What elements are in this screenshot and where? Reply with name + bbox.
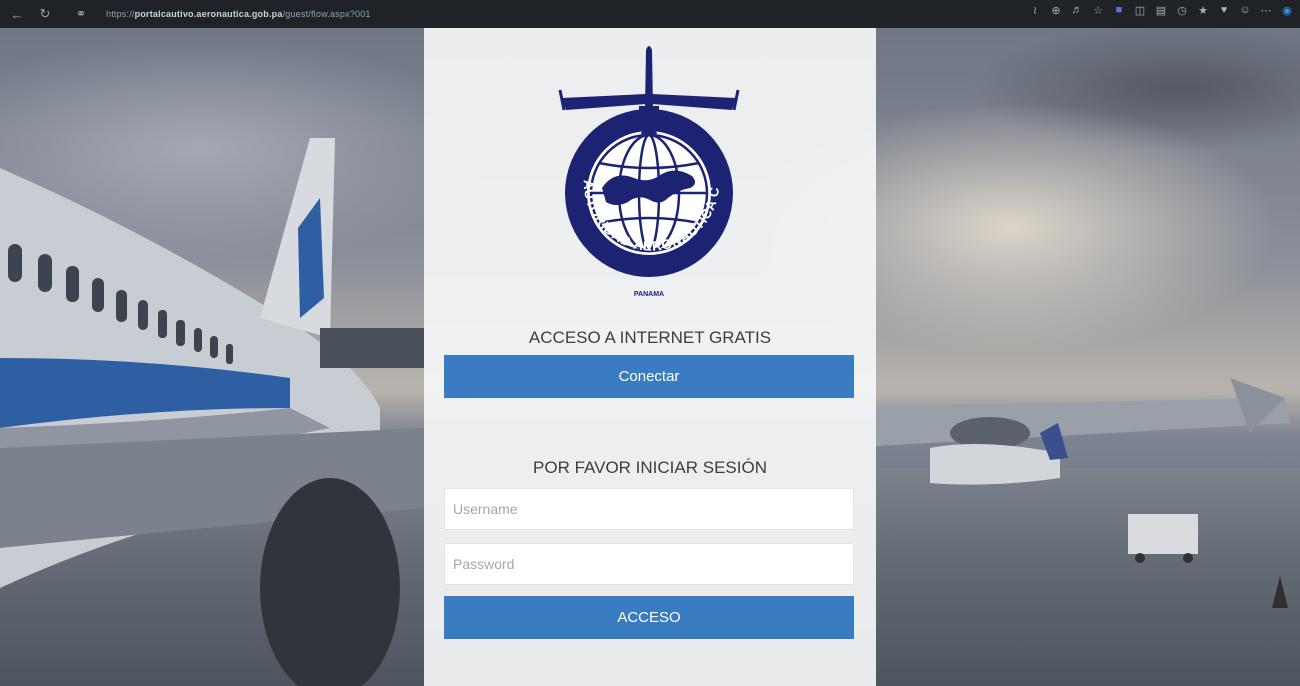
refresh-icon[interactable]: ↻ — [34, 3, 56, 25]
toolbar-icons: ≀ ⊕ ♬ ☆ ■ ◫ ▤ ◷ ★ ♥ ☺ ⋯ ◉ — [1028, 3, 1294, 17]
logo-plane-fuselage — [645, 46, 653, 116]
cart-wheel — [1135, 553, 1145, 563]
url-host: portalcautivo.aeronautica.gob.pa — [134, 9, 283, 19]
address-bar[interactable]: https://portalcautivo.aeronautica.gob.pa… — [106, 9, 371, 19]
password-input[interactable] — [444, 543, 854, 585]
logo-country-text: PANAMA — [634, 291, 664, 298]
collections-icon[interactable]: ▤ — [1154, 3, 1168, 17]
browser-essentials-icon[interactable]: ♥ — [1217, 3, 1231, 17]
jet-bridge — [320, 328, 424, 368]
extension-icon[interactable]: ■ — [1112, 3, 1126, 17]
key-icon[interactable]: ≀ — [1028, 3, 1042, 17]
back-icon[interactable]: ← — [6, 3, 28, 25]
settings-menu-icon[interactable]: ⋯ — [1259, 3, 1273, 17]
username-input[interactable] — [444, 488, 854, 530]
url-prefix: https:// — [106, 9, 135, 19]
logo-left-winglet — [558, 89, 566, 111]
favorite-star-icon[interactable]: ☆ — [1091, 3, 1105, 17]
free-internet-heading: ACCESO A INTERNET GRATIS — [528, 328, 772, 347]
zoom-icon[interactable]: ⊕ — [1049, 3, 1063, 17]
profile-icon[interactable]: ☺ — [1238, 3, 1252, 17]
baggage-cart — [1128, 514, 1198, 554]
aac-logo: AUTORIDAD AERONÁUTICA CIVIL PANAMA — [554, 38, 740, 298]
site-info-icon[interactable]: ⚭ — [70, 3, 92, 25]
logo-plane-right-wing — [652, 94, 736, 110]
read-aloud-icon[interactable]: ♬ — [1070, 3, 1084, 17]
split-screen-icon[interactable]: ◫ — [1133, 3, 1147, 17]
logo-plane-left-wing — [562, 94, 646, 110]
distant-airplane — [930, 444, 1060, 485]
url-path: /guest/flow.aspx?001 — [282, 9, 371, 19]
copilot-icon[interactable]: ◉ — [1280, 3, 1294, 17]
cart-wheel — [1183, 553, 1193, 563]
traffic-cone — [1272, 576, 1288, 608]
login-heading: POR FAVOR INICIAR SESIÓN — [533, 458, 767, 477]
login-submit-button[interactable]: ACCESO — [444, 596, 854, 639]
logo-right-winglet — [732, 89, 740, 111]
browser-toolbar: ← ↻ ⚭ https://portalcautivo.aeronautica.… — [0, 0, 1300, 28]
right-airplane-engine — [950, 417, 1030, 449]
right-airplane-wing — [876, 398, 1290, 446]
left-airplane-tail — [260, 138, 335, 338]
favorites-icon[interactable]: ★ — [1196, 3, 1210, 17]
login-card: AUTORIDAD AERONÁUTICA CIVIL PANAMA ACCES… — [424, 28, 876, 686]
history-icon[interactable]: ◷ — [1175, 3, 1189, 17]
connect-button[interactable]: Conectar — [444, 355, 854, 398]
